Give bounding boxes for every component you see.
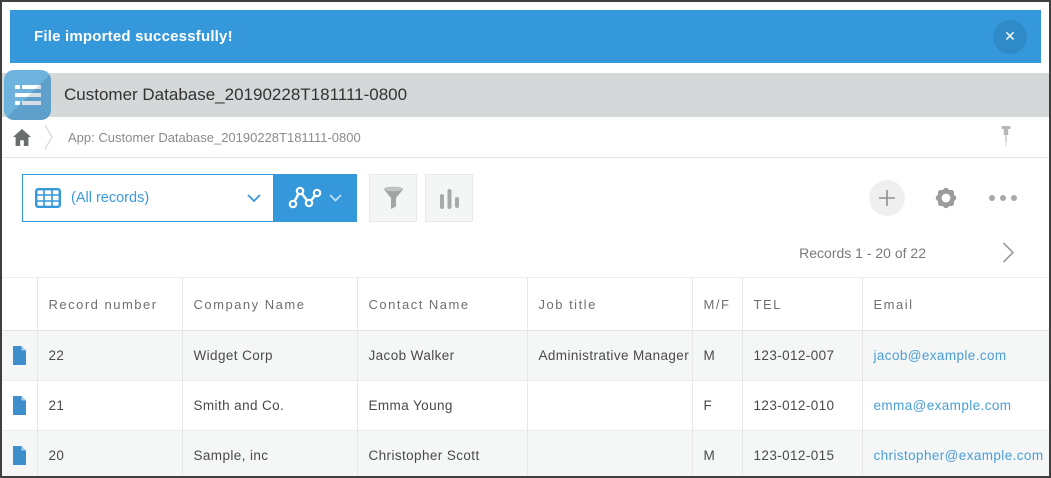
chevron-down-icon (247, 193, 261, 202)
breadcrumb-app-link[interactable]: App: Customer Database_20190228T181111-0… (68, 130, 361, 145)
column-header-icon (2, 277, 37, 331)
filter-button[interactable] (369, 174, 417, 222)
cell-email: christopher@example.com (861, 430, 1049, 476)
gear-icon (935, 187, 957, 209)
column-header-mf[interactable]: M/F (691, 277, 742, 331)
column-header-company-name[interactable]: Company Name (181, 277, 357, 331)
column-header-job-title[interactable]: Job title (526, 277, 692, 331)
cell-company-name: Sample, inc (181, 430, 357, 476)
dot-icon (989, 195, 995, 201)
breadcrumb-separator-icon (44, 123, 54, 151)
open-record-cell (2, 431, 37, 477)
cell-contact-name: Emma Young (356, 380, 527, 431)
cell-contact-name: Jacob Walker (356, 330, 527, 381)
cell-record-number: 20 (36, 430, 182, 476)
cell-record-number: 22 (36, 330, 182, 381)
view-select-dropdown[interactable]: (All records) (23, 175, 273, 221)
records-summary: Records 1 - 20 of 22 (799, 244, 926, 261)
breadcrumb: App: Customer Database_20190228T181111-0… (2, 117, 1049, 158)
open-record-cell (2, 331, 37, 381)
add-record-button[interactable] (869, 180, 905, 216)
table-row: 21 Smith and Co. Emma Young F 123-012-01… (2, 380, 1049, 431)
app-icon[interactable] (4, 70, 51, 120)
table-row: 20 Sample, inc Christopher Scott M 123-0… (2, 430, 1049, 477)
cell-company-name: Widget Corp (181, 330, 357, 381)
table-row: 22 Widget Corp Jacob Walker Administrati… (2, 330, 1049, 381)
graph-icon (288, 186, 322, 209)
more-options-button[interactable] (987, 189, 1019, 207)
next-page-button[interactable] (1002, 242, 1015, 263)
view-select-value: (All records) (71, 190, 150, 206)
chart-button[interactable] (425, 174, 473, 222)
column-header-tel[interactable]: TEL (741, 277, 862, 331)
toolbar: (All records) (2, 158, 1049, 222)
record-document-icon[interactable] (12, 396, 27, 415)
plus-icon (879, 190, 895, 206)
records-table: Record number Company Name Contact Name … (2, 277, 1049, 477)
close-banner-button[interactable]: ✕ (993, 19, 1027, 54)
cell-job-title: Administrative Manager (526, 330, 692, 381)
app-window: File imported successfully! ✕ Customer D… (0, 0, 1051, 478)
cell-company-name: Smith and Co. (181, 380, 357, 431)
column-header-contact-name[interactable]: Contact Name (356, 277, 527, 331)
settings-button[interactable] (933, 185, 959, 211)
graph-view-button[interactable] (273, 174, 357, 222)
banner-message: File imported successfully! (34, 28, 233, 45)
table-view-icon (35, 188, 61, 208)
chevron-down-icon (329, 194, 342, 202)
column-header-record-number[interactable]: Record number (36, 277, 182, 331)
email-link[interactable]: emma@example.com (874, 398, 1012, 413)
record-document-icon[interactable] (12, 346, 27, 365)
email-link[interactable]: christopher@example.com (874, 448, 1044, 463)
bar-chart-icon (440, 189, 459, 209)
cell-mf: M (691, 330, 742, 381)
cell-tel: 123-012-010 (741, 380, 862, 431)
cell-contact-name: Christopher Scott (356, 430, 527, 476)
close-icon: ✕ (1004, 28, 1016, 44)
cell-job-title (526, 430, 692, 476)
pin-icon (1001, 126, 1011, 146)
cell-mf: F (691, 380, 742, 431)
app-title: Customer Database_20190228T181111-0800 (64, 85, 408, 104)
list-glyph-icon (14, 85, 41, 105)
view-selector-group: (All records) (22, 174, 357, 222)
toolbar-right (869, 180, 1019, 216)
dot-icon (1011, 195, 1017, 201)
funnel-icon (383, 186, 403, 210)
success-banner: File imported successfully! ✕ (10, 10, 1041, 63)
app-header: Customer Database_20190228T181111-0800 (2, 70, 1049, 120)
chevron-right-icon (1002, 242, 1015, 263)
home-icon (13, 128, 31, 146)
pagination: Records 1 - 20 of 22 (2, 222, 1049, 263)
record-document-icon[interactable] (12, 446, 27, 465)
cell-email: jacob@example.com (861, 330, 1049, 381)
home-button[interactable] (12, 128, 32, 147)
table-header-row: Record number Company Name Contact Name … (2, 277, 1049, 331)
cell-record-number: 21 (36, 380, 182, 431)
cell-tel: 123-012-015 (741, 430, 862, 476)
column-header-email[interactable]: Email (861, 277, 1049, 331)
cell-tel: 123-012-007 (741, 330, 862, 381)
dot-icon (1000, 195, 1006, 201)
cell-mf: M (691, 430, 742, 476)
cell-email: emma@example.com (861, 380, 1049, 431)
email-link[interactable]: jacob@example.com (874, 348, 1007, 363)
cell-job-title (526, 380, 692, 431)
pin-button[interactable] (999, 125, 1013, 149)
open-record-cell (2, 381, 37, 431)
